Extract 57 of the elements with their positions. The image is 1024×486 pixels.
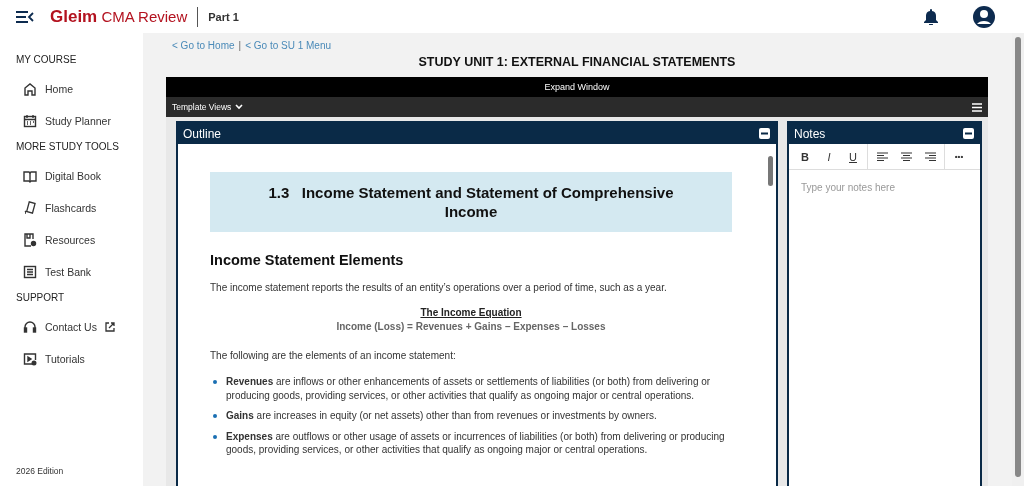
equation-title: The Income Equation xyxy=(419,307,523,318)
bullet-icon xyxy=(213,434,217,439)
panel-title: Outline xyxy=(183,126,222,141)
logo: Gleim CMA Review xyxy=(50,6,188,27)
bold-button[interactable]: B xyxy=(793,150,817,163)
sidebar-item[interactable]: Study Planner xyxy=(16,105,143,137)
bullet-icon xyxy=(213,380,217,384)
equation: Income (Loss) = Revenues + Gains – Expenses – Losses xyxy=(335,321,607,332)
sidebar-section-title: MY COURSE xyxy=(16,54,78,65)
bell-icon[interactable] xyxy=(924,8,938,25)
sidebar-section-title: SUPPORT xyxy=(16,292,66,303)
paragraph: The income statement reports the results of an entity’s operations over a period of time, such as a year. xyxy=(210,282,668,293)
list-icon xyxy=(23,265,37,279)
sidebar-item[interactable]: Tutorials xyxy=(16,343,143,375)
resources-icon xyxy=(23,233,37,247)
minimize-icon[interactable] xyxy=(759,128,770,139)
more-button[interactable]: ••• xyxy=(947,152,971,161)
part-label: Part 1 xyxy=(197,6,239,27)
sidebar-item[interactable]: Flashcards xyxy=(16,192,143,224)
chevron-down-icon xyxy=(235,104,244,110)
sidebar-item[interactable]: Home xyxy=(16,73,143,105)
scrollbar[interactable] xyxy=(1012,33,1024,486)
paragraph: The following are the elements of an income statement: xyxy=(210,350,457,361)
user-avatar-icon[interactable] xyxy=(972,4,996,29)
sidebar-item[interactable]: Contact Us xyxy=(16,311,143,343)
list-item: Gains are increases in equity (or net assets) other than from revenues or investments by owners. xyxy=(226,409,657,423)
underline-button[interactable]: U xyxy=(841,150,865,163)
italic-button[interactable]: I xyxy=(817,150,841,163)
menu-collapse-icon[interactable] xyxy=(16,10,34,23)
breadcrumb-link[interactable]: < Go to SU 1 Menu xyxy=(245,40,332,51)
align-right-icon xyxy=(924,151,936,161)
calendar-icon xyxy=(23,114,37,128)
sidebar-item[interactable]: Resources xyxy=(16,224,143,256)
subheading: Income Statement Elements xyxy=(210,252,405,268)
list-item: Expenses are outflows or other usage of assets or incurrences of liabilities (or both) from delivering or producing goods, providing services, or other activities that qualify as ongoing major or central operations. xyxy=(226,429,726,457)
breadcrumb-separator: | xyxy=(238,40,242,51)
list-item: Revenues are inflows or other enhancements of assets or settlements of liabilities (or both) from delivering or producing goods, providing services, or other activities that qualify as ongoing major or central operations. xyxy=(226,375,712,402)
notes-field[interactable]: Type your notes here xyxy=(789,169,980,486)
sidebar-item[interactable]: Digital Book xyxy=(16,160,143,192)
page-title: STUDY UNIT 1: EXTERNAL FINANCIAL STATEMENTS xyxy=(417,55,737,69)
home-icon xyxy=(23,82,37,96)
video-icon xyxy=(23,352,37,366)
menu-icon[interactable] xyxy=(972,102,982,112)
breadcrumb-link[interactable]: < Go to Home xyxy=(172,40,235,51)
sidebar-section-title: MORE STUDY TOOLS xyxy=(16,141,120,152)
template-views-dropdown[interactable]: Template Views xyxy=(172,102,244,112)
section-heading: 1.3 Income Statement and Statement of Comprehensive Income xyxy=(210,172,732,232)
book-icon xyxy=(23,169,37,183)
panel-title: Notes xyxy=(794,126,826,141)
sidebar-item[interactable]: Test Bank xyxy=(16,256,143,288)
cards-icon xyxy=(23,201,37,215)
align-center-icon xyxy=(900,151,912,161)
align-left-icon xyxy=(876,151,888,161)
headset-icon xyxy=(23,320,37,334)
minimize-icon[interactable] xyxy=(963,128,974,139)
bullet-icon xyxy=(213,414,217,418)
edition-label: 2026 Edition xyxy=(16,466,65,476)
